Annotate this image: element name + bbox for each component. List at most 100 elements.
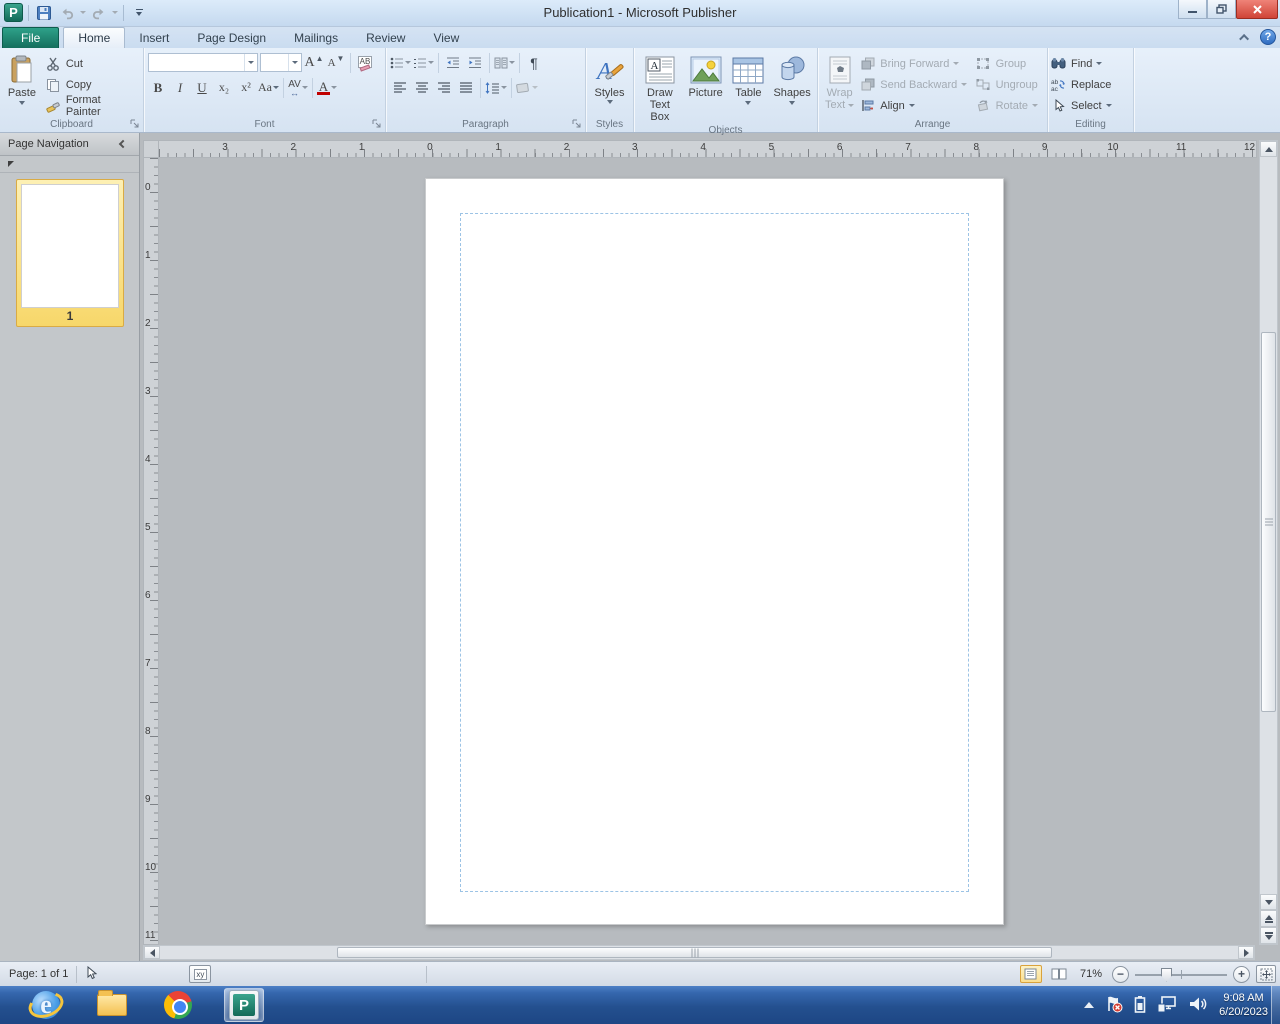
zoom-slider-thumb[interactable] — [1161, 968, 1172, 982]
change-case-button[interactable]: Aa — [258, 78, 279, 98]
vertical-scroll-track[interactable] — [1260, 157, 1277, 894]
vertical-scroll-thumb[interactable] — [1261, 332, 1276, 712]
object-position-button[interactable]: xy — [189, 965, 211, 983]
action-center-icon[interactable] — [1105, 995, 1123, 1016]
font-dialog-launcher[interactable] — [372, 119, 383, 130]
zoom-slider[interactable] — [1135, 966, 1227, 983]
bold-button[interactable]: B — [148, 78, 168, 98]
volume-icon[interactable] — [1188, 995, 1208, 1016]
zoom-level[interactable]: 71% — [1080, 968, 1102, 980]
bring-forward-button[interactable]: Bring Forward — [859, 53, 974, 74]
shapes-button[interactable]: Shapes — [769, 50, 815, 124]
numbering-button[interactable] — [413, 53, 434, 73]
help-button[interactable]: ? — [1260, 29, 1276, 45]
paragraph-dialog-launcher[interactable] — [572, 119, 583, 130]
scroll-up-button[interactable] — [1260, 141, 1277, 157]
line-spacing-button[interactable] — [485, 78, 507, 98]
battery-icon[interactable] — [1134, 995, 1146, 1016]
ruler-origin-box[interactable] — [143, 140, 159, 158]
taskbar-chrome[interactable] — [158, 988, 198, 1022]
expand-pages-toggle[interactable] — [8, 161, 14, 167]
rotate-button[interactable]: Rotate — [975, 95, 1045, 116]
picture-button[interactable]: Picture — [684, 50, 728, 124]
bullets-button[interactable] — [390, 53, 411, 73]
tab-view[interactable]: View — [419, 27, 473, 48]
font-color-button[interactable]: A — [317, 78, 337, 98]
scroll-left-button[interactable] — [144, 946, 160, 959]
publication-page[interactable] — [425, 178, 1004, 925]
horizontal-scroll-thumb[interactable] — [337, 947, 1052, 958]
clipboard-dialog-launcher[interactable] — [130, 119, 141, 130]
taskbar-internet-explorer[interactable]: e — [26, 988, 66, 1022]
grow-font-button[interactable]: A ▲ — [304, 53, 324, 73]
show-desktop-button[interactable] — [1271, 986, 1280, 1024]
copy-button[interactable]: Copy — [42, 74, 141, 95]
scroll-down-button[interactable] — [1260, 894, 1277, 910]
select-button[interactable]: Select — [1050, 95, 1131, 116]
align-left-button[interactable] — [390, 78, 410, 98]
ungroup-button[interactable]: Ungroup — [975, 74, 1045, 95]
previous-page-button[interactable] — [1260, 910, 1277, 927]
scroll-right-button[interactable] — [1238, 946, 1254, 959]
collapse-pane-button[interactable] — [115, 136, 131, 152]
replace-button[interactable]: ab ac Replace — [1050, 74, 1131, 95]
vertical-scrollbar[interactable] — [1259, 140, 1278, 945]
page-status[interactable]: Page: 1 of 1 — [9, 968, 68, 980]
align-right-button[interactable] — [434, 78, 454, 98]
horizontal-ruler[interactable]: 3210123456789101112 — [159, 140, 1257, 158]
send-backward-button[interactable]: Send Backward — [859, 74, 974, 95]
tab-page-design[interactable]: Page Design — [183, 27, 280, 48]
show-paragraph-marks-button[interactable]: ¶ — [524, 53, 544, 73]
tab-review[interactable]: Review — [352, 27, 419, 48]
columns-button[interactable] — [494, 53, 515, 73]
justify-button[interactable] — [456, 78, 476, 98]
find-button[interactable]: Find — [1050, 53, 1131, 74]
font-name-combo[interactable] — [148, 53, 258, 72]
minimize-ribbon-button[interactable] — [1236, 30, 1254, 45]
paste-button[interactable]: Paste — [2, 50, 42, 118]
decrease-indent-button[interactable] — [443, 53, 463, 73]
zoom-in-button[interactable]: + — [1233, 966, 1250, 983]
subscript-button[interactable]: x₂ — [214, 78, 234, 98]
styles-button[interactable]: A Styles — [588, 50, 631, 118]
character-spacing-button[interactable]: AV ↔ — [288, 78, 308, 98]
fit-page-button[interactable] — [1256, 965, 1276, 983]
wrap-text-button[interactable]: Wrap Text — [820, 50, 859, 118]
vertical-ruler[interactable]: 01234567891011 — [143, 158, 159, 945]
group-button[interactable]: Group — [975, 53, 1045, 74]
horizontal-scroll-track[interactable] — [160, 946, 1238, 959]
next-page-button[interactable] — [1260, 927, 1277, 944]
draw-text-box-button[interactable]: A Draw Text Box — [636, 50, 684, 124]
taskbar-file-explorer[interactable] — [92, 988, 132, 1022]
network-icon[interactable] — [1157, 995, 1177, 1016]
taskbar-publisher[interactable]: P — [224, 988, 264, 1022]
cut-button[interactable]: Cut — [42, 53, 141, 74]
increase-indent-button[interactable] — [465, 53, 485, 73]
shrink-font-button[interactable]: A ▼ — [326, 53, 346, 73]
show-hidden-icons-button[interactable] — [1084, 1002, 1094, 1008]
font-size-combo[interactable] — [260, 53, 302, 72]
format-painter-button[interactable]: Format Painter — [42, 95, 141, 116]
align-center-button[interactable] — [412, 78, 432, 98]
align-button[interactable]: Align — [859, 95, 974, 116]
tab-mailings[interactable]: Mailings — [280, 27, 352, 48]
tab-file[interactable]: File — [2, 27, 59, 48]
page-thumbnail-1[interactable]: 1 — [16, 179, 124, 327]
tab-insert[interactable]: Insert — [125, 27, 183, 48]
underline-button[interactable]: U — [192, 78, 212, 98]
table-button[interactable]: Table — [727, 50, 769, 124]
minimize-button[interactable] — [1178, 0, 1207, 19]
shading-button[interactable] — [516, 78, 538, 98]
two-page-view-button[interactable] — [1048, 965, 1070, 983]
clear-formatting-button[interactable]: AB — [355, 53, 375, 73]
superscript-button[interactable]: x² — [236, 78, 256, 98]
zoom-out-button[interactable]: − — [1112, 966, 1129, 983]
restore-button[interactable] — [1207, 0, 1236, 19]
tab-home[interactable]: Home — [63, 27, 125, 48]
italic-button[interactable]: I — [170, 78, 190, 98]
taskbar-clock[interactable]: 9:08 AM 6/20/2023 — [1219, 991, 1268, 1019]
publication-canvas[interactable] — [159, 158, 1257, 945]
single-page-view-button[interactable] — [1020, 965, 1042, 983]
horizontal-scrollbar[interactable] — [143, 945, 1255, 960]
close-button[interactable] — [1236, 0, 1278, 19]
